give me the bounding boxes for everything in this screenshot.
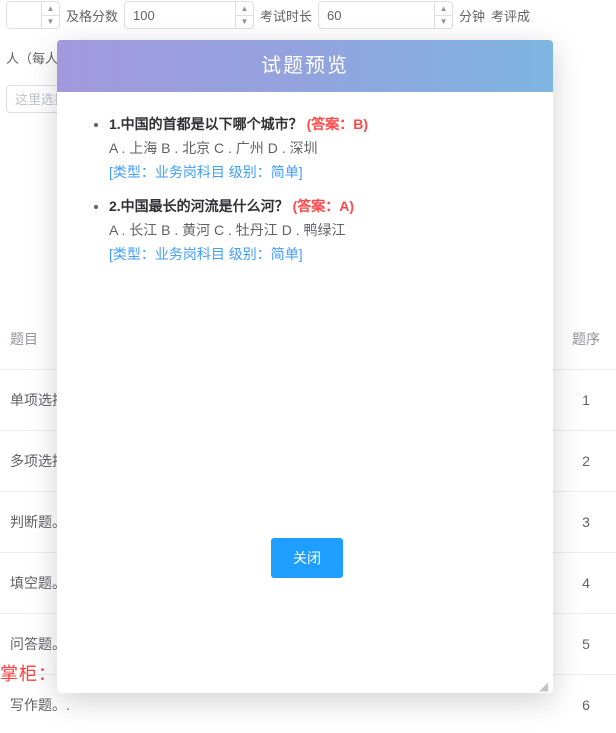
close-button[interactable]: 关闭: [271, 538, 343, 578]
question-meta: [类型：业务岗科目 级别：简单]: [109, 244, 523, 264]
question-answer: (答案：A): [293, 198, 354, 214]
question-meta: [类型：业务岗科目 级别：简单]: [109, 162, 523, 182]
dialog-title: 试题预览: [57, 40, 553, 92]
question-title: 1.中国的首都是以下哪个城市？: [109, 116, 307, 132]
question-item: 2.中国最长的河流是什么河？ (答案：A) A . 长江 B . 黄河 C . 牡…: [109, 196, 523, 264]
question-options: A . 长江 B . 黄河 C . 牡丹江 D . 鸭绿江: [109, 220, 523, 240]
question-title: 2.中国最长的河流是什么河？: [109, 198, 293, 214]
question-options: A . 上海 B . 北京 C . 广州 D . 深圳: [109, 138, 523, 158]
dialog-body[interactable]: 1.中国的首都是以下哪个城市？ (答案：B) A . 上海 B . 北京 C . …: [57, 92, 553, 693]
preview-dialog: 试题预览 1.中国的首都是以下哪个城市？ (答案：B) A . 上海 B . 北京…: [57, 40, 553, 693]
question-answer: (答案：B): [307, 116, 368, 132]
question-item: 1.中国的首都是以下哪个城市？ (答案：B) A . 上海 B . 北京 C . …: [109, 114, 523, 182]
